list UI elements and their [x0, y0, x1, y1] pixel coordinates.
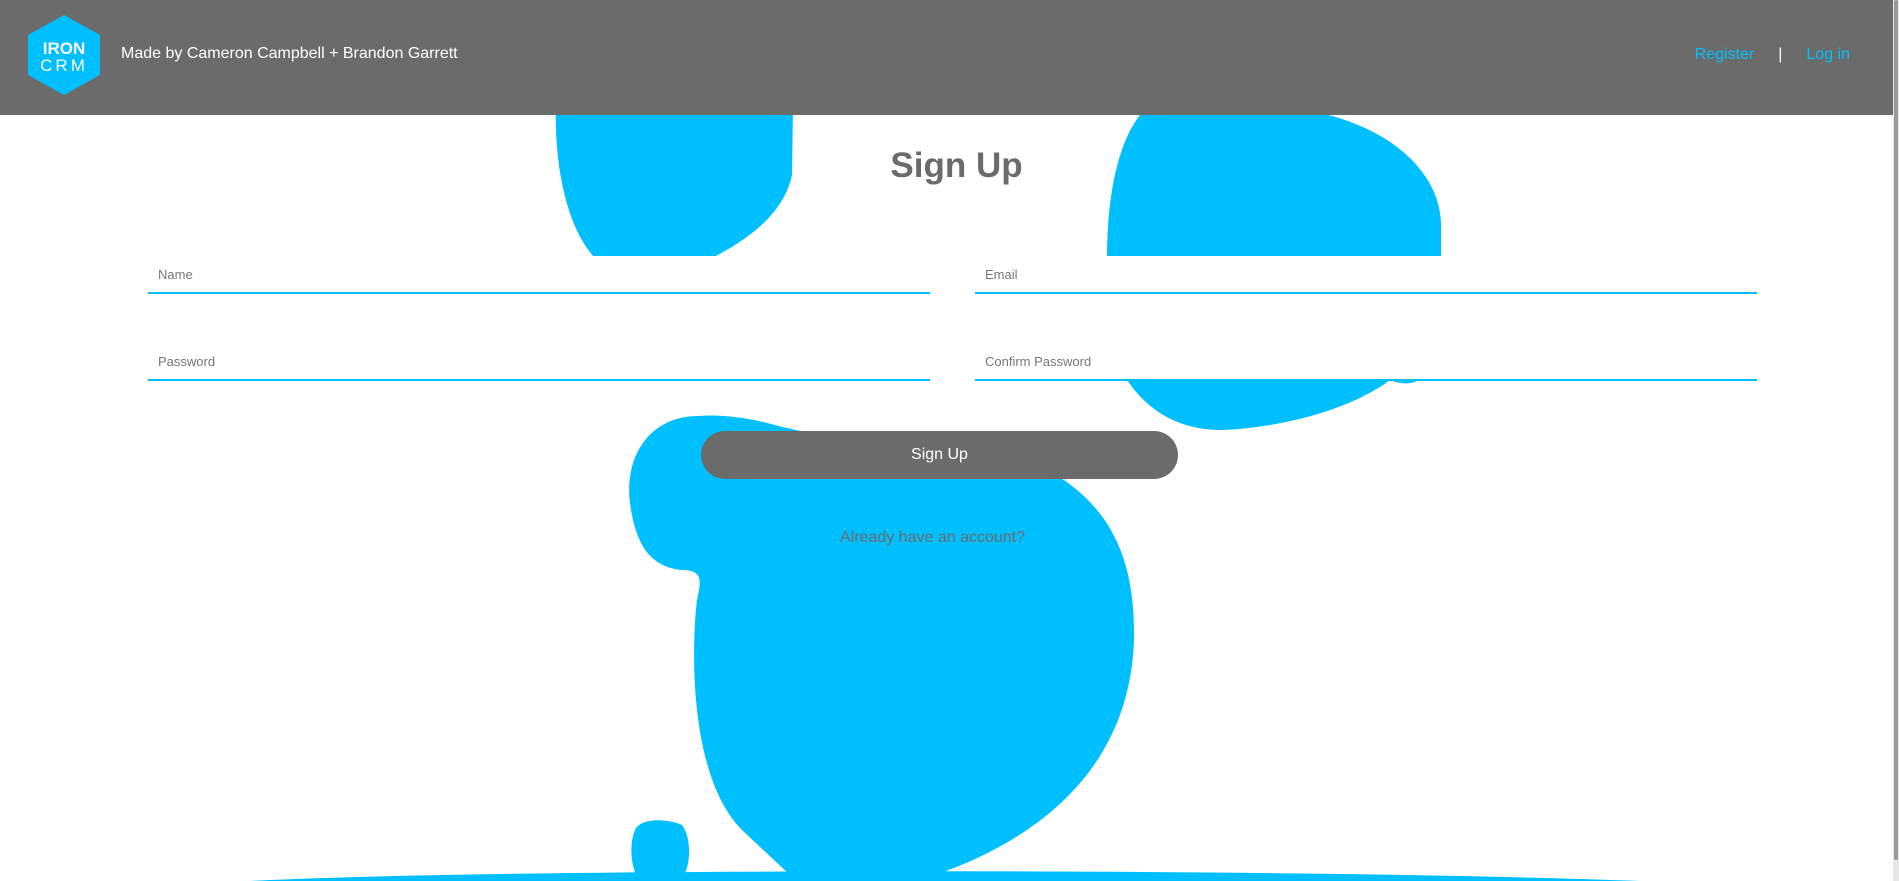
- name-field-wrapper: [148, 256, 930, 294]
- confirm-password-field-wrapper: [975, 343, 1757, 381]
- blob-center: [629, 415, 1135, 875]
- hexagon-logo-icon: IRON CRM: [28, 15, 100, 95]
- iron-crm-logo[interactable]: IRON CRM: [26, 14, 102, 96]
- credits-text: Made by Cameron Campbell + Brandon Garre…: [121, 45, 458, 62]
- scrollbar-thumb[interactable]: [1894, 0, 1898, 860]
- logo-line2: CRM: [40, 56, 88, 75]
- blob-small-drop: [631, 820, 690, 875]
- nav-separator: |: [1778, 46, 1783, 63]
- top-nav: Register | Log in: [1695, 45, 1850, 65]
- sign-up-button[interactable]: Sign Up: [701, 431, 1178, 479]
- password-field-wrapper: [148, 343, 930, 381]
- login-link[interactable]: Log in: [1806, 46, 1850, 63]
- already-have-account-link[interactable]: Already have an account?: [0, 529, 1865, 547]
- email-field-wrapper: [975, 256, 1757, 294]
- confirm-password-input[interactable]: [975, 343, 1757, 379]
- register-link[interactable]: Register: [1695, 46, 1755, 63]
- top-header: IRON CRM Made by Cameron Campbell + Bran…: [0, 0, 1893, 115]
- page-title: Sign Up: [890, 146, 1023, 185]
- name-input[interactable]: [148, 256, 930, 292]
- password-input[interactable]: [148, 343, 930, 379]
- email-input[interactable]: [975, 256, 1757, 292]
- blob-bottom-strip: [250, 871, 1640, 881]
- vertical-scrollbar[interactable]: [1893, 0, 1899, 881]
